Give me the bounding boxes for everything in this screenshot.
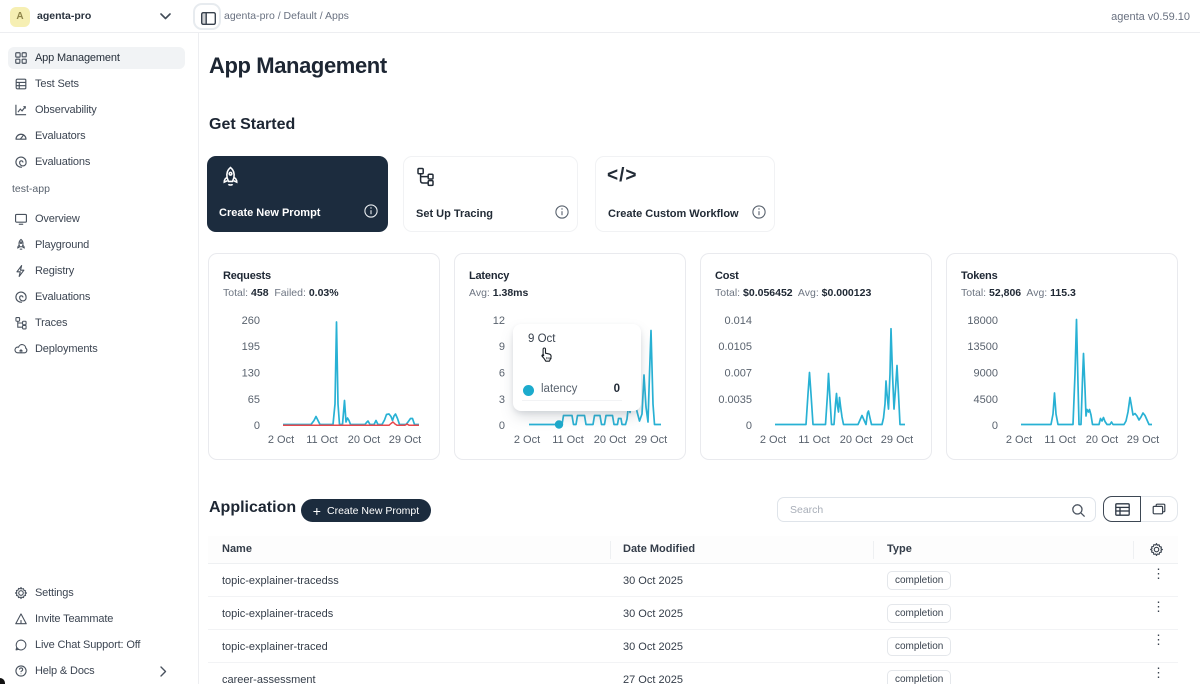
svg-text:20 Oct: 20 Oct: [840, 434, 872, 446]
svg-text:2 Oct: 2 Oct: [268, 434, 294, 446]
svg-text:11 Oct: 11 Oct: [306, 434, 338, 446]
svg-text:9: 9: [499, 341, 505, 353]
svg-text:13500: 13500: [967, 341, 998, 353]
svg-text:130: 130: [242, 368, 260, 380]
svg-text:29 Oct: 29 Oct: [881, 434, 913, 446]
svg-text:0.007: 0.007: [724, 368, 752, 380]
svg-text:260: 260: [242, 315, 260, 327]
svg-text:0: 0: [746, 420, 752, 432]
svg-text:195: 195: [242, 341, 260, 353]
svg-text:0: 0: [254, 420, 260, 432]
svg-text:0.0105: 0.0105: [718, 341, 752, 353]
svg-text:20 Oct: 20 Oct: [594, 434, 626, 446]
svg-text:12: 12: [493, 315, 505, 327]
svg-text:0.0035: 0.0035: [718, 394, 752, 406]
svg-text:18000: 18000: [967, 315, 998, 327]
svg-text:9000: 9000: [974, 368, 998, 380]
svg-text:20 Oct: 20 Oct: [1086, 434, 1118, 446]
svg-text:0.014: 0.014: [724, 315, 752, 327]
svg-text:0: 0: [499, 420, 505, 432]
svg-text:2 Oct: 2 Oct: [760, 434, 786, 446]
svg-text:11 Oct: 11 Oct: [552, 434, 584, 446]
svg-text:0: 0: [992, 420, 998, 432]
svg-text:3: 3: [499, 394, 505, 406]
svg-text:29 Oct: 29 Oct: [389, 434, 421, 446]
svg-text:4500: 4500: [974, 394, 998, 406]
svg-text:6: 6: [499, 368, 505, 380]
svg-text:29 Oct: 29 Oct: [635, 434, 667, 446]
svg-text:11 Oct: 11 Oct: [1044, 434, 1076, 446]
svg-text:2 Oct: 2 Oct: [514, 434, 540, 446]
svg-text:29 Oct: 29 Oct: [1127, 434, 1159, 446]
svg-text:65: 65: [248, 394, 260, 406]
svg-text:20 Oct: 20 Oct: [348, 434, 380, 446]
svg-text:2 Oct: 2 Oct: [1006, 434, 1032, 446]
svg-text:11 Oct: 11 Oct: [798, 434, 830, 446]
